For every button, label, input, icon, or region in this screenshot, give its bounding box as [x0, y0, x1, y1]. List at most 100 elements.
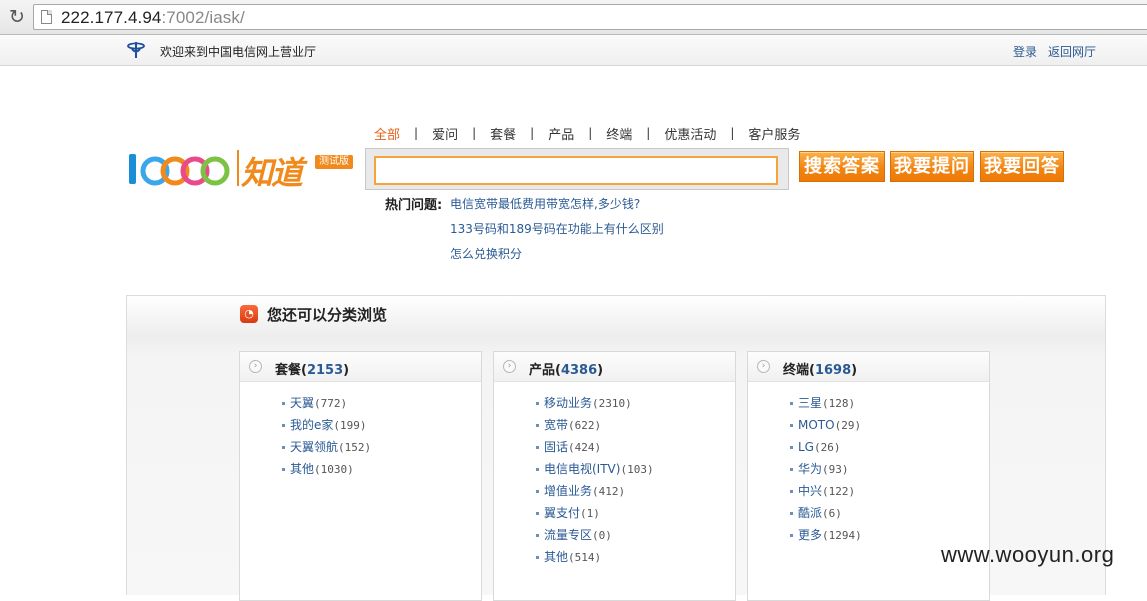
- browse-title: 您还可以分类浏览: [267, 306, 388, 324]
- list-item: 翼支付(1): [494, 504, 735, 526]
- category-link[interactable]: 电信电视(ITV): [544, 462, 620, 476]
- tab-package[interactable]: 套餐: [490, 124, 516, 143]
- list-item: 华为(93): [748, 460, 989, 482]
- item-count: (1030): [314, 463, 354, 476]
- tab-customer-service[interactable]: 客户服务: [748, 124, 800, 143]
- category-link[interactable]: 宽带: [544, 418, 568, 432]
- arrow-right-icon: ›: [757, 360, 770, 373]
- tab-terminal[interactable]: 终端: [606, 124, 632, 143]
- category-link[interactable]: 华为: [798, 462, 822, 476]
- card-title-name: 终端: [783, 363, 810, 378]
- category-card-package: › 套餐(2153) 天翼(772) 我的e家(199) 天翼领航(152) 其…: [239, 351, 482, 601]
- browser-toolbar: ↻ 222.177.4.94:7002/iask/: [0, 0, 1147, 35]
- hot-questions-label: 热门问题:: [385, 198, 443, 213]
- hot-question-link[interactable]: 133号码和189号码在功能上有什么区别: [450, 220, 664, 237]
- tab-all[interactable]: 全部: [374, 124, 400, 143]
- list-item: 天翼(772): [240, 394, 481, 416]
- list-item: 流量专区(0): [494, 526, 735, 548]
- tab-separator: |: [730, 126, 735, 140]
- category-link[interactable]: 翼支付: [544, 506, 580, 520]
- login-link[interactable]: 登录: [1013, 43, 1037, 60]
- item-count: (122): [822, 485, 856, 498]
- site-logo[interactable]: 知道 测试版: [127, 147, 357, 192]
- card-title-name: 产品: [529, 363, 556, 378]
- logo-separator: [237, 150, 239, 186]
- card-title[interactable]: 终端(1698): [783, 359, 857, 378]
- china-telecom-logo-icon: [127, 42, 145, 58]
- url-text[interactable]: 222.177.4.94:7002/iask/: [61, 8, 245, 28]
- tab-separator: |: [530, 126, 535, 140]
- item-count: (6): [822, 507, 842, 520]
- list-item: 酷派(6): [748, 504, 989, 526]
- rss-icon: ◔: [240, 305, 258, 323]
- hot-question-link[interactable]: 怎么兑换积分: [450, 245, 522, 262]
- category-link[interactable]: 固话: [544, 440, 568, 454]
- card-header: › 套餐(2153): [240, 352, 481, 382]
- item-count: (103): [620, 463, 654, 476]
- list-item: LG(26): [748, 438, 989, 460]
- list-item: 其他(514): [494, 548, 735, 570]
- category-link[interactable]: 中兴: [798, 484, 822, 498]
- item-count: (199): [333, 419, 367, 432]
- list-item: MOTO(29): [748, 416, 989, 438]
- url-host: 222.177.4.94: [61, 8, 162, 27]
- logo-10000-icon: [129, 154, 230, 186]
- list-item: 三星(128): [748, 394, 989, 416]
- item-count: (2310): [592, 397, 632, 410]
- hot-question-link[interactable]: 电信宽带最低费用带宽怎样,多少钱?: [450, 195, 640, 212]
- search-answers-button[interactable]: 搜索答案: [799, 151, 885, 182]
- ask-question-button[interactable]: 我要提问: [890, 151, 974, 182]
- item-count: (93): [822, 463, 849, 476]
- category-link[interactable]: 三星: [798, 396, 822, 410]
- back-to-portal-link[interactable]: 返回网厅: [1048, 43, 1096, 60]
- item-count: (128): [822, 397, 856, 410]
- list-item: 电信电视(ITV)(103): [494, 460, 735, 482]
- category-link[interactable]: 流量专区: [544, 528, 592, 542]
- category-link[interactable]: 天翼领航: [290, 440, 338, 454]
- arrow-right-icon: ›: [249, 360, 262, 373]
- item-count: (772): [314, 397, 348, 410]
- card-title-name: 套餐: [275, 363, 302, 378]
- category-link[interactable]: 我的e家: [290, 418, 333, 432]
- category-link[interactable]: 其他: [290, 462, 314, 476]
- category-link[interactable]: 增值业务: [544, 484, 592, 498]
- list-item: 中兴(122): [748, 482, 989, 504]
- welcome-text: 欢迎来到中国电信网上营业厅: [160, 45, 317, 59]
- card-title[interactable]: 产品(4386): [529, 359, 603, 378]
- item-count: (0): [592, 529, 612, 542]
- tab-product[interactable]: 产品: [548, 124, 574, 143]
- item-count: (412): [592, 485, 626, 498]
- list-item: 其他(1030): [240, 460, 481, 482]
- card-header: › 产品(4386): [494, 352, 735, 382]
- category-link[interactable]: 其他: [544, 550, 568, 564]
- search-input[interactable]: [374, 156, 778, 185]
- tab-iask[interactable]: 爱问: [432, 124, 458, 143]
- card-count: 2153: [306, 363, 344, 378]
- category-link[interactable]: 天翼: [290, 396, 314, 410]
- answer-button[interactable]: 我要回答: [980, 151, 1064, 182]
- category-link[interactable]: 酷派: [798, 506, 822, 520]
- arrow-right-icon: ›: [503, 360, 516, 373]
- tab-separator: |: [472, 126, 477, 140]
- category-link[interactable]: MOTO: [798, 418, 835, 432]
- reload-icon[interactable]: ↻: [6, 6, 28, 28]
- list-item: 增值业务(412): [494, 482, 735, 504]
- category-link[interactable]: LG: [798, 440, 814, 454]
- card-title[interactable]: 套餐(2153): [275, 359, 349, 378]
- category-card-product: › 产品(4386) 移动业务(2310) 宽带(622) 固话(424) 电信…: [493, 351, 736, 601]
- category-link[interactable]: 更多: [798, 528, 822, 542]
- address-bar[interactable]: 222.177.4.94:7002/iask/: [33, 4, 1147, 30]
- item-count: (622): [568, 419, 602, 432]
- card-count: 4386: [560, 363, 598, 378]
- tab-promotions[interactable]: 优惠活动: [664, 124, 716, 143]
- item-count: (424): [568, 441, 602, 454]
- site-topbar: 欢迎来到中国电信网上营业厅 登录 返回网厅: [0, 35, 1147, 66]
- item-count: (514): [568, 551, 602, 564]
- card-count: 1698: [814, 363, 852, 378]
- category-link[interactable]: 移动业务: [544, 396, 592, 410]
- category-list: 天翼(772) 我的e家(199) 天翼领航(152) 其他(1030): [240, 382, 481, 482]
- item-count: (1): [580, 507, 600, 520]
- item-count: (26): [813, 441, 841, 454]
- category-list: 移动业务(2310) 宽带(622) 固话(424) 电信电视(ITV)(103…: [494, 382, 735, 570]
- tab-separator: |: [588, 126, 593, 140]
